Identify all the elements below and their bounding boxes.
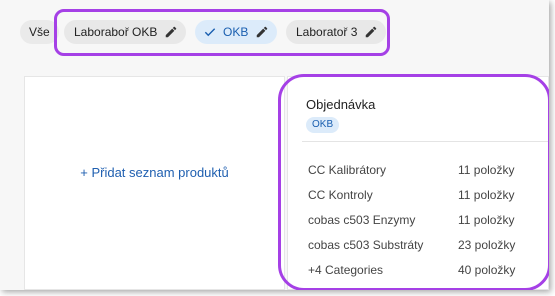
category-count: 11 položky [458, 213, 515, 227]
chip-all[interactable]: Vše [20, 20, 59, 44]
pencil-icon[interactable] [255, 25, 269, 39]
order-title: Objednávka [306, 97, 376, 112]
pencil-icon[interactable] [364, 25, 378, 39]
category-name: +4 Categories [308, 263, 384, 277]
product-list-panel: + Přidat seznam produktů [24, 76, 285, 290]
add-product-list-link[interactable]: + Přidat seznam produktů [25, 165, 284, 180]
category-count: 40 položky [458, 263, 516, 277]
category-count: 11 položky [458, 188, 515, 202]
list-item: CC Kontroly 11 položky [308, 188, 528, 208]
chip-label: Laboratoř 3 [296, 25, 358, 39]
chip-label: OKB [223, 25, 249, 39]
list-item: +4 Categories 40 položky [308, 263, 528, 283]
order-card[interactable]: Objednávka OKB CC Kalibrátory 11 položky… [287, 76, 549, 290]
chip-label: Laboraboř OKB [74, 25, 158, 39]
category-count: 11 položky [458, 163, 515, 177]
list-item: CC Kalibrátory 11 položky [308, 163, 528, 183]
check-icon [203, 25, 217, 39]
category-count: 23 položky [458, 238, 516, 252]
list-item: cobas c503 Substráty 23 položky [308, 238, 528, 258]
chip-okb[interactable]: OKB [195, 20, 278, 44]
chip-all-label: Vše [29, 25, 50, 39]
category-name: cobas c503 Enzymy [308, 213, 416, 227]
category-name: CC Kontroly [308, 188, 373, 202]
chip-laborator-3[interactable]: Laboratoř 3 [286, 20, 387, 44]
filter-chip-bar: Vše Laboraboř OKB OKB Laboratoř 3 [0, 0, 549, 62]
chip-laborabor-okb[interactable]: Laboraboř OKB [64, 20, 187, 44]
divider [302, 141, 548, 142]
category-name: CC Kalibrátory [308, 163, 387, 177]
order-badge: OKB [306, 117, 340, 133]
list-item: cobas c503 Enzymy 11 položky [308, 213, 528, 233]
category-name: cobas c503 Substráty [308, 238, 424, 252]
app-window: Vše Laboraboř OKB OKB Laboratoř 3 + Přid… [0, 0, 549, 290]
pencil-icon[interactable] [164, 25, 178, 39]
